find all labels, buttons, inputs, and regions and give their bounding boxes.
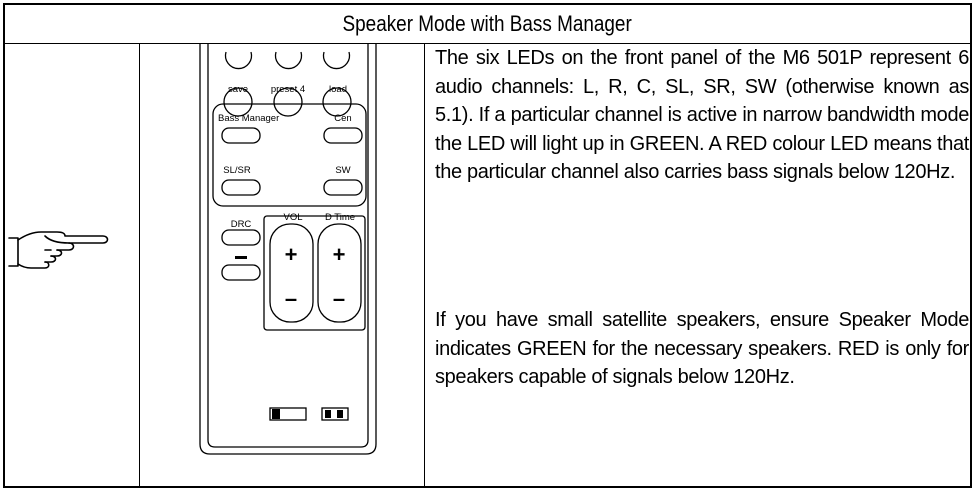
pointing-hand-icon: [8, 231, 109, 269]
remote-cell: save preset 4 load Bass Manager Cen SL/S…: [140, 44, 425, 486]
remote-label-slsr: SL/SR: [223, 165, 251, 176]
remote-label-cen: Cen: [334, 113, 351, 124]
remote-label-vol: VOL: [283, 212, 302, 223]
remote-label-dtime: D Time: [325, 212, 355, 223]
remote-label-sw: SW: [335, 165, 350, 176]
description-paragraph-2: If you have small satellite speakers, en…: [435, 309, 969, 388]
description-paragraph-1: The six LEDs on the front panel of the M…: [435, 47, 969, 183]
dtime-plus: +: [333, 242, 346, 267]
remote-label-bass-manager: Bass Manager: [218, 113, 279, 124]
remote-label-save: save: [228, 84, 248, 95]
remote-label-drc: DRC: [231, 219, 252, 230]
vol-plus: +: [285, 242, 298, 267]
description-cell: The six LEDs on the front panel of the M…: [425, 44, 970, 486]
remote-label-load: load: [329, 84, 347, 95]
dtime-minus: –: [333, 286, 345, 311]
remote-label-preset4: preset 4: [271, 84, 305, 95]
instruction-table: Speaker Mode with Bass Manager save pres…: [3, 3, 972, 488]
vol-minus: –: [285, 286, 297, 311]
icon-cell: [5, 44, 140, 486]
title-text: Speaker Mode with Bass Manager: [342, 11, 633, 36]
remote-control-illustration: save preset 4 load Bass Manager Cen SL/S…: [199, 44, 377, 455]
table-title: Speaker Mode with Bass Manager: [5, 5, 970, 44]
